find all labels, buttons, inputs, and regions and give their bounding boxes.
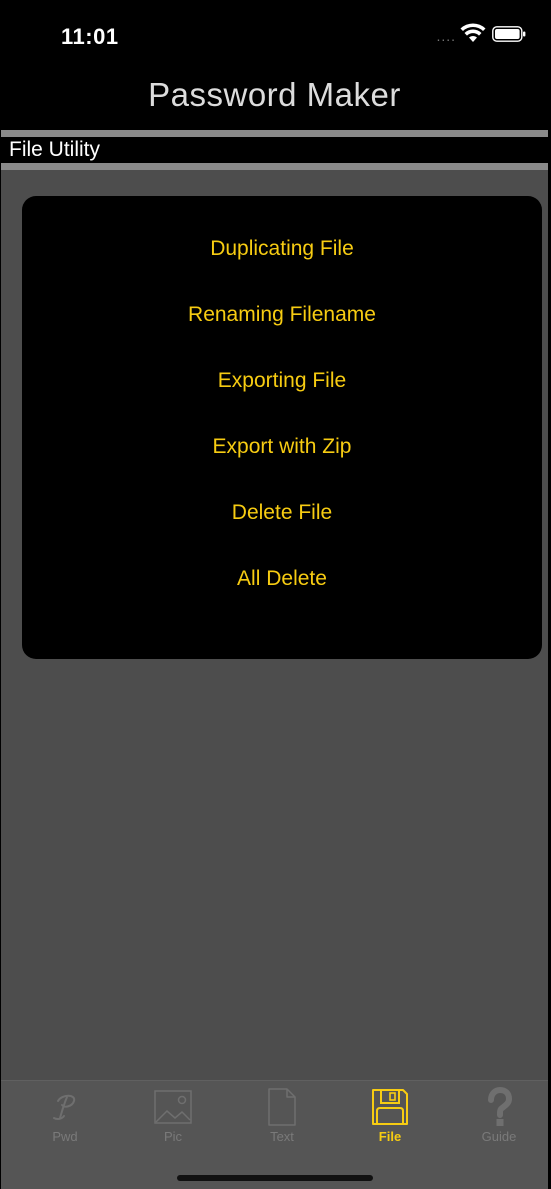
tab-label: Text: [270, 1129, 294, 1144]
rename-filename-button[interactable]: Renaming Filename: [22, 295, 542, 335]
delete-file-button[interactable]: Delete File: [22, 493, 542, 533]
tab-label: Pwd: [52, 1129, 78, 1144]
tab-label: Guide: [481, 1129, 517, 1144]
wifi-icon: [460, 23, 486, 42]
status-time: 11:01: [61, 24, 119, 49]
duplicate-file-button[interactable]: Duplicating File: [22, 229, 542, 269]
tab-pic[interactable]: Pic: [118, 1087, 228, 1157]
export-zip-button[interactable]: Export with Zip: [22, 427, 542, 467]
tab-guide[interactable]: Guide: [444, 1087, 548, 1157]
section-header-bar: File Utility: [1, 137, 548, 163]
status-bar: 11:01 ....: [1, 0, 548, 74]
document-icon: [268, 1088, 296, 1126]
screen: 11:01 .... Password Maker File Utility D…: [0, 0, 549, 1189]
tab-text[interactable]: Text: [227, 1087, 337, 1157]
tab-label: Pic: [163, 1129, 183, 1144]
picture-icon: [154, 1090, 192, 1124]
navigation-bar: Password Maker: [1, 74, 548, 130]
home-indicator[interactable]: [176, 1175, 373, 1181]
floppy-disk-icon: [372, 1089, 408, 1125]
tab-pwd[interactable]: Pwd: [10, 1087, 120, 1157]
script-p-icon: [53, 1094, 76, 1121]
signal-icon: ....: [436, 28, 456, 44]
tab-label: File: [378, 1129, 402, 1144]
export-file-button[interactable]: Exporting File: [22, 361, 542, 401]
battery-icon: [492, 26, 526, 42]
section-header: File Utility: [1, 130, 548, 170]
question-mark-icon: [488, 1087, 513, 1126]
section-header-label: File Utility: [9, 138, 101, 161]
page-title: Password Maker: [148, 76, 401, 113]
tab-file[interactable]: File: [335, 1087, 445, 1157]
tab-bar: Pwd Pic Text File Guide: [1, 1080, 548, 1189]
all-delete-button[interactable]: All Delete: [22, 559, 542, 599]
file-utility-menu: Duplicating File Renaming Filename Expor…: [22, 196, 542, 659]
